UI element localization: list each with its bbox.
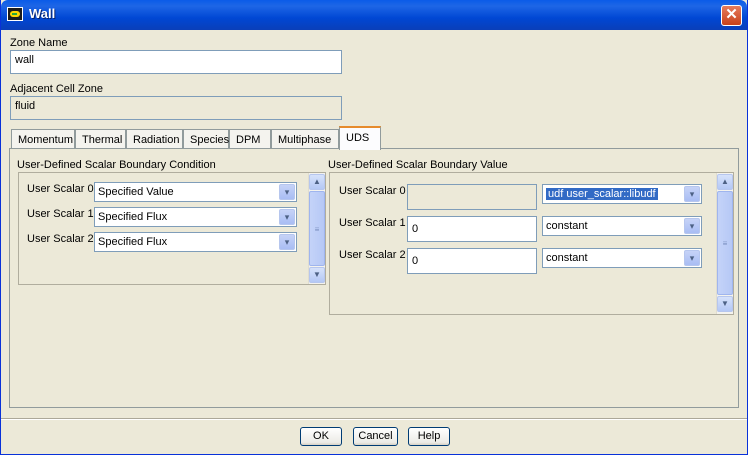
uds-tab-panel: User-Defined Scalar Boundary Condition U… (9, 148, 739, 408)
scroll-down-icon[interactable]: ▼ (717, 296, 733, 312)
bv-scalar-1-method: constant (546, 220, 588, 232)
bc-scalar-0-value: Specified Value (98, 186, 174, 198)
tab-momentum[interactable]: Momentum (11, 129, 75, 149)
bv-scalar-0-method: udf user_scalar::libudf (546, 188, 658, 200)
bv-scalar-0-input (407, 184, 537, 210)
bv-scalar-1-method-select[interactable]: constant ▾ (542, 216, 702, 236)
bc-scalar-1-select[interactable]: Specified Flux ▾ (94, 207, 297, 227)
chevron-down-icon[interactable]: ▾ (684, 218, 700, 234)
chevron-down-icon[interactable]: ▾ (684, 250, 700, 266)
close-icon[interactable]: ✕ (721, 5, 742, 26)
adjacent-cell-zone-field: fluid (10, 96, 342, 120)
app-icon (7, 7, 23, 21)
tab-radiation[interactable]: Radiation (126, 129, 183, 149)
bc-scalar-0-select[interactable]: Specified Value ▾ (94, 182, 297, 202)
bv-scalar-1-label: User Scalar 1 (339, 217, 406, 229)
bv-scalar-2-method-select[interactable]: constant ▾ (542, 248, 702, 268)
tab-thermal[interactable]: Thermal (75, 129, 126, 149)
scroll-thumb[interactable]: ≡ (717, 191, 733, 295)
tab-dpm[interactable]: DPM (229, 129, 271, 149)
bc-scalar-0-label: User Scalar 0 (27, 183, 94, 195)
bc-scalar-2-value: Specified Flux (98, 236, 168, 248)
chevron-down-icon[interactable]: ▾ (684, 186, 700, 202)
scroll-up-icon[interactable]: ▲ (309, 174, 325, 190)
bv-scalar-1-input[interactable]: 0 (407, 216, 537, 242)
scroll-thumb[interactable]: ≡ (309, 191, 325, 266)
bc-group: User Scalar 0 Specified Value ▾ User Sca… (18, 172, 326, 285)
zone-name-input[interactable]: wall (10, 50, 342, 74)
cancel-button[interactable]: Cancel (353, 427, 398, 446)
bv-scalar-2-input[interactable]: 0 (407, 248, 537, 274)
bc-scrollbar[interactable]: ▲ ≡ ▼ (308, 173, 325, 284)
tab-species[interactable]: Species (183, 129, 229, 149)
bv-group: User Scalar 0 udf user_scalar::libudf ▾ … (329, 172, 734, 315)
adjacent-cell-zone-label: Adjacent Cell Zone (10, 83, 103, 95)
zone-name-label: Zone Name (10, 37, 68, 49)
bc-scalar-2-label: User Scalar 2 (27, 233, 94, 245)
bc-scalar-2-select[interactable]: Specified Flux ▾ (94, 232, 297, 252)
tab-uds[interactable]: UDS (339, 126, 381, 150)
scroll-up-icon[interactable]: ▲ (717, 174, 733, 190)
bv-scalar-0-method-select[interactable]: udf user_scalar::libudf ▾ (542, 184, 702, 204)
ok-button[interactable]: OK (300, 427, 342, 446)
tab-multiphase[interactable]: Multiphase (271, 129, 339, 149)
bc-group-title: User-Defined Scalar Boundary Condition (17, 159, 216, 171)
chevron-down-icon[interactable]: ▾ (279, 234, 295, 250)
scroll-down-icon[interactable]: ▼ (309, 267, 325, 283)
bc-scalar-1-label: User Scalar 1 (27, 208, 94, 220)
bv-scalar-0-label: User Scalar 0 (339, 185, 406, 197)
bv-scalar-2-label: User Scalar 2 (339, 249, 406, 261)
wall-dialog: Wall ✕ Zone Name wall Adjacent Cell Zone… (0, 0, 748, 455)
bv-scrollbar[interactable]: ▲ ≡ ▼ (716, 173, 733, 314)
help-button[interactable]: Help (408, 427, 450, 446)
chevron-down-icon[interactable]: ▾ (279, 209, 295, 225)
bc-scalar-1-value: Specified Flux (98, 211, 168, 223)
bv-group-title: User-Defined Scalar Boundary Value (328, 159, 508, 171)
footer-separator (1, 418, 747, 420)
title-bar: Wall ✕ (1, 0, 747, 30)
bv-scalar-2-method: constant (546, 252, 588, 264)
chevron-down-icon[interactable]: ▾ (279, 184, 295, 200)
window-title: Wall (29, 6, 56, 21)
